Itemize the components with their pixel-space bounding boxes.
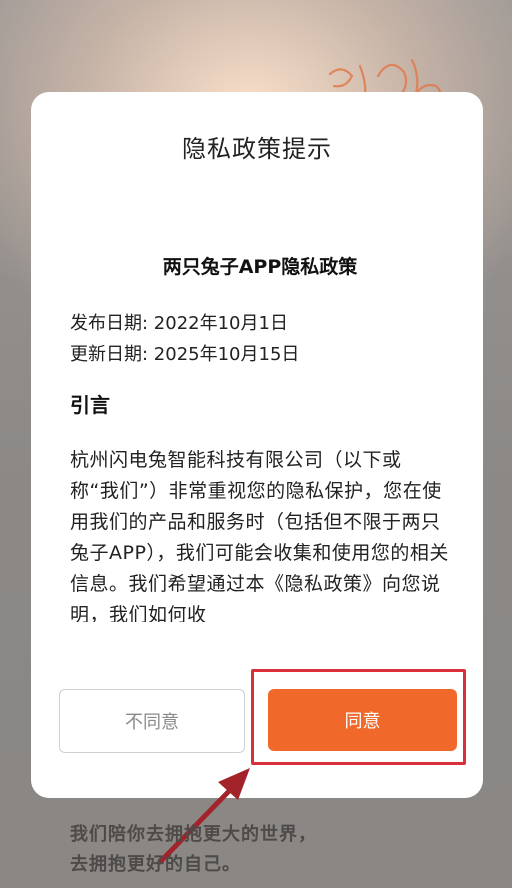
background-slogan: 我们陪你去拥抱更大的世界， 去拥抱更好的自己。 [70, 820, 317, 880]
slogan-line-1: 我们陪你去拥抱更大的世界， [70, 824, 317, 845]
dialog-title: 隐私政策提示 [182, 135, 332, 163]
slogan-line-2: 去拥抱更好的自己。 [70, 854, 241, 875]
policy-document-title: 两只兔子APP隐私政策 [162, 256, 358, 278]
intro-paragraph: 杭州闪电兔智能科技有限公司（以下或称“我们”）非常重视您的隐私保护，您在使用我们… [70, 449, 449, 622]
section-heading-intro: 引言 [70, 393, 110, 417]
privacy-policy-dialog: 隐私政策提示 两只兔子APP隐私政策 发布日期: 2022年10月1日 更新日期… [31, 92, 483, 798]
update-date: 更新日期: 2025年10月15日 [70, 344, 300, 365]
policy-scroll-area[interactable]: 两只兔子APP隐私政策 发布日期: 2022年10月1日 更新日期: 2025年… [70, 252, 450, 622]
publish-date: 发布日期: 2022年10月1日 [70, 313, 288, 334]
agree-button[interactable]: 同意 [268, 689, 457, 751]
decline-button[interactable]: 不同意 [59, 689, 245, 753]
